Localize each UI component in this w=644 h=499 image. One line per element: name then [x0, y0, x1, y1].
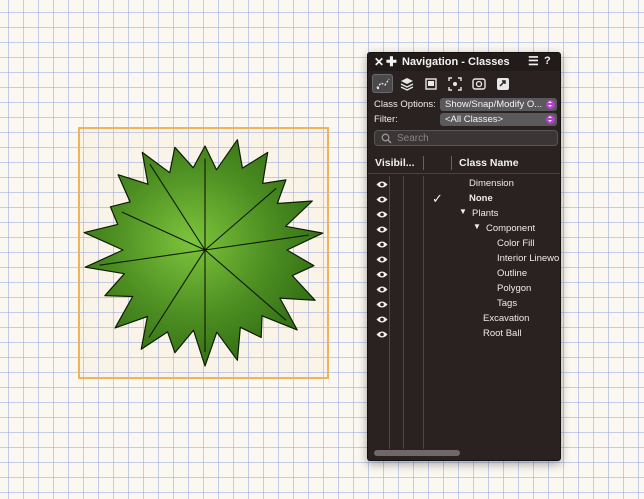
sheet-layers-icon [424, 77, 437, 90]
visibility-eye-icon[interactable] [376, 285, 388, 294]
visibility-eye-icon[interactable] [376, 255, 388, 264]
layers-icon [400, 77, 413, 91]
filter-select[interactable]: <All Classes> [440, 113, 557, 126]
class-name: Component [486, 223, 536, 234]
expand-triangle-icon[interactable]: ▼ [473, 222, 481, 231]
search-icon [381, 133, 392, 144]
class-row[interactable]: ▼ Component [368, 222, 560, 237]
saved-views-tab[interactable] [468, 74, 489, 93]
saved-views-icon [471, 77, 486, 90]
menu-icon[interactable]: ☰ [528, 54, 539, 68]
expand-triangle-icon[interactable]: ▼ [459, 207, 467, 216]
navigation-toolbar [372, 74, 513, 94]
class-name: Plants [472, 208, 499, 219]
classes-icon [375, 78, 390, 89]
class-row[interactable]: Excavation [368, 312, 560, 327]
class-name: Polygon [497, 283, 532, 294]
class-row[interactable]: ▼ Plants [368, 207, 560, 222]
class-row[interactable]: Tags [368, 297, 560, 312]
references-tab[interactable] [492, 74, 513, 93]
dropdown-caret-icon [546, 100, 555, 109]
classes-tab[interactable] [372, 74, 393, 93]
class-row[interactable]: Outline [368, 267, 560, 282]
filter-label: Filter: [374, 114, 398, 125]
viewports-icon [447, 76, 462, 91]
palette-titlebar: ✕ ✚ Navigation - Classes ☰ ? [368, 53, 560, 71]
add-icon[interactable]: ✚ [386, 54, 397, 70]
help-icon[interactable]: ? [544, 55, 551, 67]
visibility-eye-icon[interactable] [376, 210, 388, 219]
class-name: Dimension [469, 178, 514, 189]
search-input[interactable] [397, 132, 547, 144]
class-row[interactable]: Polygon [368, 282, 560, 297]
visibility-eye-icon[interactable] [376, 300, 388, 309]
visibility-eye-icon[interactable] [376, 225, 388, 234]
class-row[interactable]: Dimension [368, 177, 560, 192]
visibility-eye-icon[interactable] [376, 270, 388, 279]
class-list: Dimension ✓ None ▼ Plants ▼ Component Color Fil… [368, 177, 560, 342]
class-row[interactable]: Interior Linewo [368, 252, 560, 267]
visibility-eye-icon[interactable] [376, 315, 388, 324]
class-row[interactable]: ✓ None [368, 191, 560, 207]
dropdown-caret-icon [546, 115, 555, 124]
visibility-eye-icon[interactable] [376, 195, 388, 204]
class-name-column-header[interactable]: Class Name [459, 157, 519, 169]
column-header: Visibil... Class Name [368, 152, 560, 174]
class-options-label: Class Options: [374, 99, 436, 110]
visibility-eye-icon[interactable] [376, 180, 388, 189]
class-name: Excavation [483, 313, 530, 324]
class-row[interactable]: Color Fill [368, 237, 560, 252]
navigation-classes-palette: ✕ ✚ Navigation - Classes ☰ ? Class Optio… [367, 52, 561, 461]
class-name: Tags [497, 298, 518, 309]
close-icon[interactable]: ✕ [374, 55, 384, 69]
filter-value: <All Classes> [445, 114, 504, 125]
layers-tab[interactable] [396, 74, 417, 93]
class-name: Outline [497, 268, 528, 279]
visibility-eye-icon[interactable] [376, 240, 388, 249]
visibility-eye-icon[interactable] [376, 330, 388, 339]
search-box[interactable] [374, 130, 558, 146]
class-name: Root Ball [483, 328, 522, 339]
class-name: None [469, 193, 493, 204]
class-name: Color Fill [497, 238, 535, 249]
class-name: Interior Linewo [497, 253, 560, 264]
active-class-check-icon: ✓ [432, 191, 443, 206]
sheet-layers-tab[interactable] [420, 74, 441, 93]
visibility-column-header[interactable]: Visibil... [375, 157, 415, 169]
class-options-select[interactable]: Show/Snap/Modify O... [440, 98, 557, 111]
column-divider [423, 156, 424, 170]
class-row[interactable]: Root Ball [368, 327, 560, 342]
references-icon [496, 77, 509, 90]
class-options-value: Show/Snap/Modify O... [445, 99, 543, 110]
viewports-tab[interactable] [444, 74, 465, 93]
column-divider [451, 156, 452, 170]
palette-title: Navigation - Classes [402, 56, 510, 68]
horizontal-scrollbar[interactable] [374, 450, 460, 456]
